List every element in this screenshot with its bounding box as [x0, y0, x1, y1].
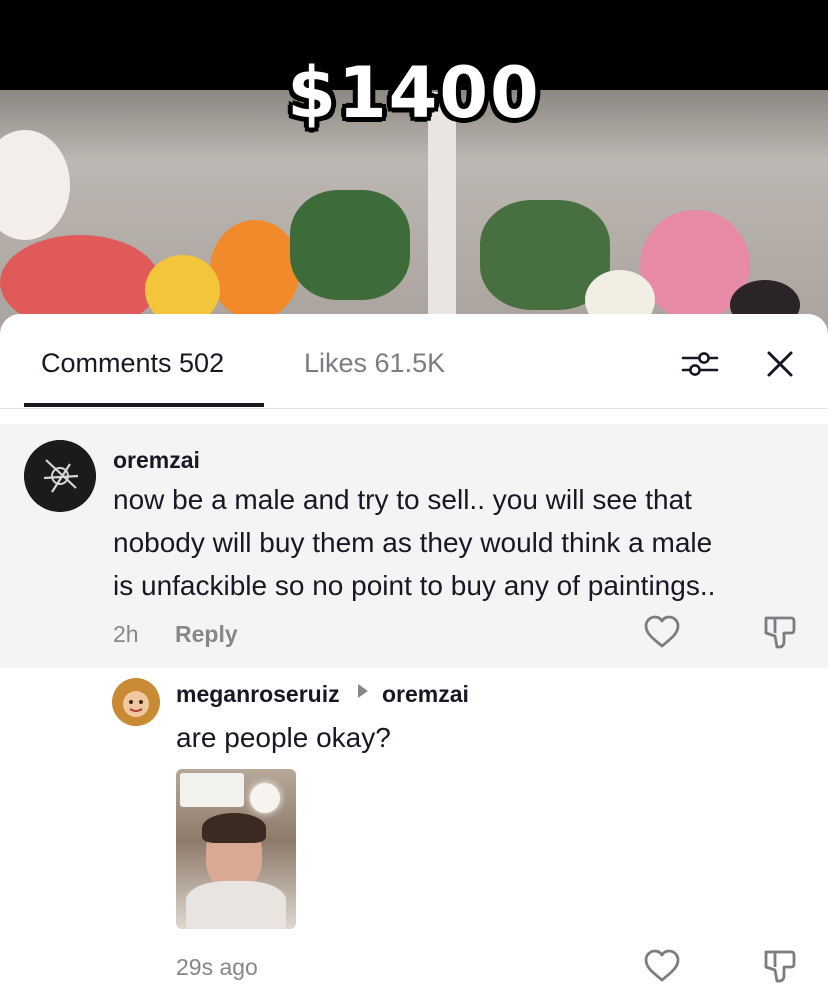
plant-leaves — [290, 190, 410, 300]
reply-item: meganroseruiz oremzai are people okay? 2… — [0, 668, 828, 985]
reply-text: are people okay? — [176, 722, 391, 753]
avatar[interactable] — [24, 440, 96, 512]
tab-likes[interactable]: Likes 61.5K — [304, 348, 445, 379]
comment-item: oremzai now be a male and try to sell.. … — [0, 424, 828, 668]
thumbnail-light — [250, 783, 280, 813]
comments-tab-bar: Comments 502 Likes 61.5K — [0, 314, 828, 409]
tab-comments[interactable]: Comments 502 — [41, 348, 224, 379]
comment-timestamp: 2h — [113, 621, 139, 647]
comments-sheet: Comments 502 Likes 61.5K oremzai now be … — [0, 314, 828, 985]
attached-video-thumbnail[interactable] — [176, 769, 296, 929]
comment-text-line: is unfackible so no point to buy any of … — [113, 570, 716, 601]
heart-outline-icon[interactable] — [642, 946, 682, 985]
reply-timestamp: 29s ago — [176, 954, 258, 980]
thumbnail-caption-card — [180, 773, 244, 807]
heart-outline-icon[interactable] — [642, 612, 682, 652]
comment-text-line: nobody will buy them as they would think… — [113, 527, 713, 558]
replied-to-username[interactable]: oremzai — [382, 681, 469, 708]
video-price-overlay: $1400 — [287, 52, 541, 134]
video-player[interactable]: $1400 — [0, 0, 828, 340]
thumbnail-hoodie — [186, 881, 286, 929]
comment-username[interactable]: oremzai — [113, 447, 200, 474]
filter-sliders-icon[interactable] — [680, 344, 720, 384]
avatar[interactable] — [112, 678, 160, 726]
reply-button[interactable]: Reply — [175, 621, 238, 648]
close-icon[interactable] — [760, 344, 800, 384]
thumbs-down-icon[interactable] — [760, 946, 800, 985]
thumbs-down-icon[interactable] — [760, 612, 800, 652]
reply-to-arrow-icon — [358, 684, 368, 698]
comment-text: now be a male and try to sell.. you will… — [113, 478, 715, 607]
reply-username[interactable]: meganroseruiz — [176, 681, 340, 708]
plush-orange-frog — [210, 220, 300, 320]
comment-text-line: now be a male and try to sell.. you will… — [113, 484, 692, 515]
active-tab-indicator — [24, 403, 264, 407]
thumbnail-hair — [202, 813, 266, 843]
